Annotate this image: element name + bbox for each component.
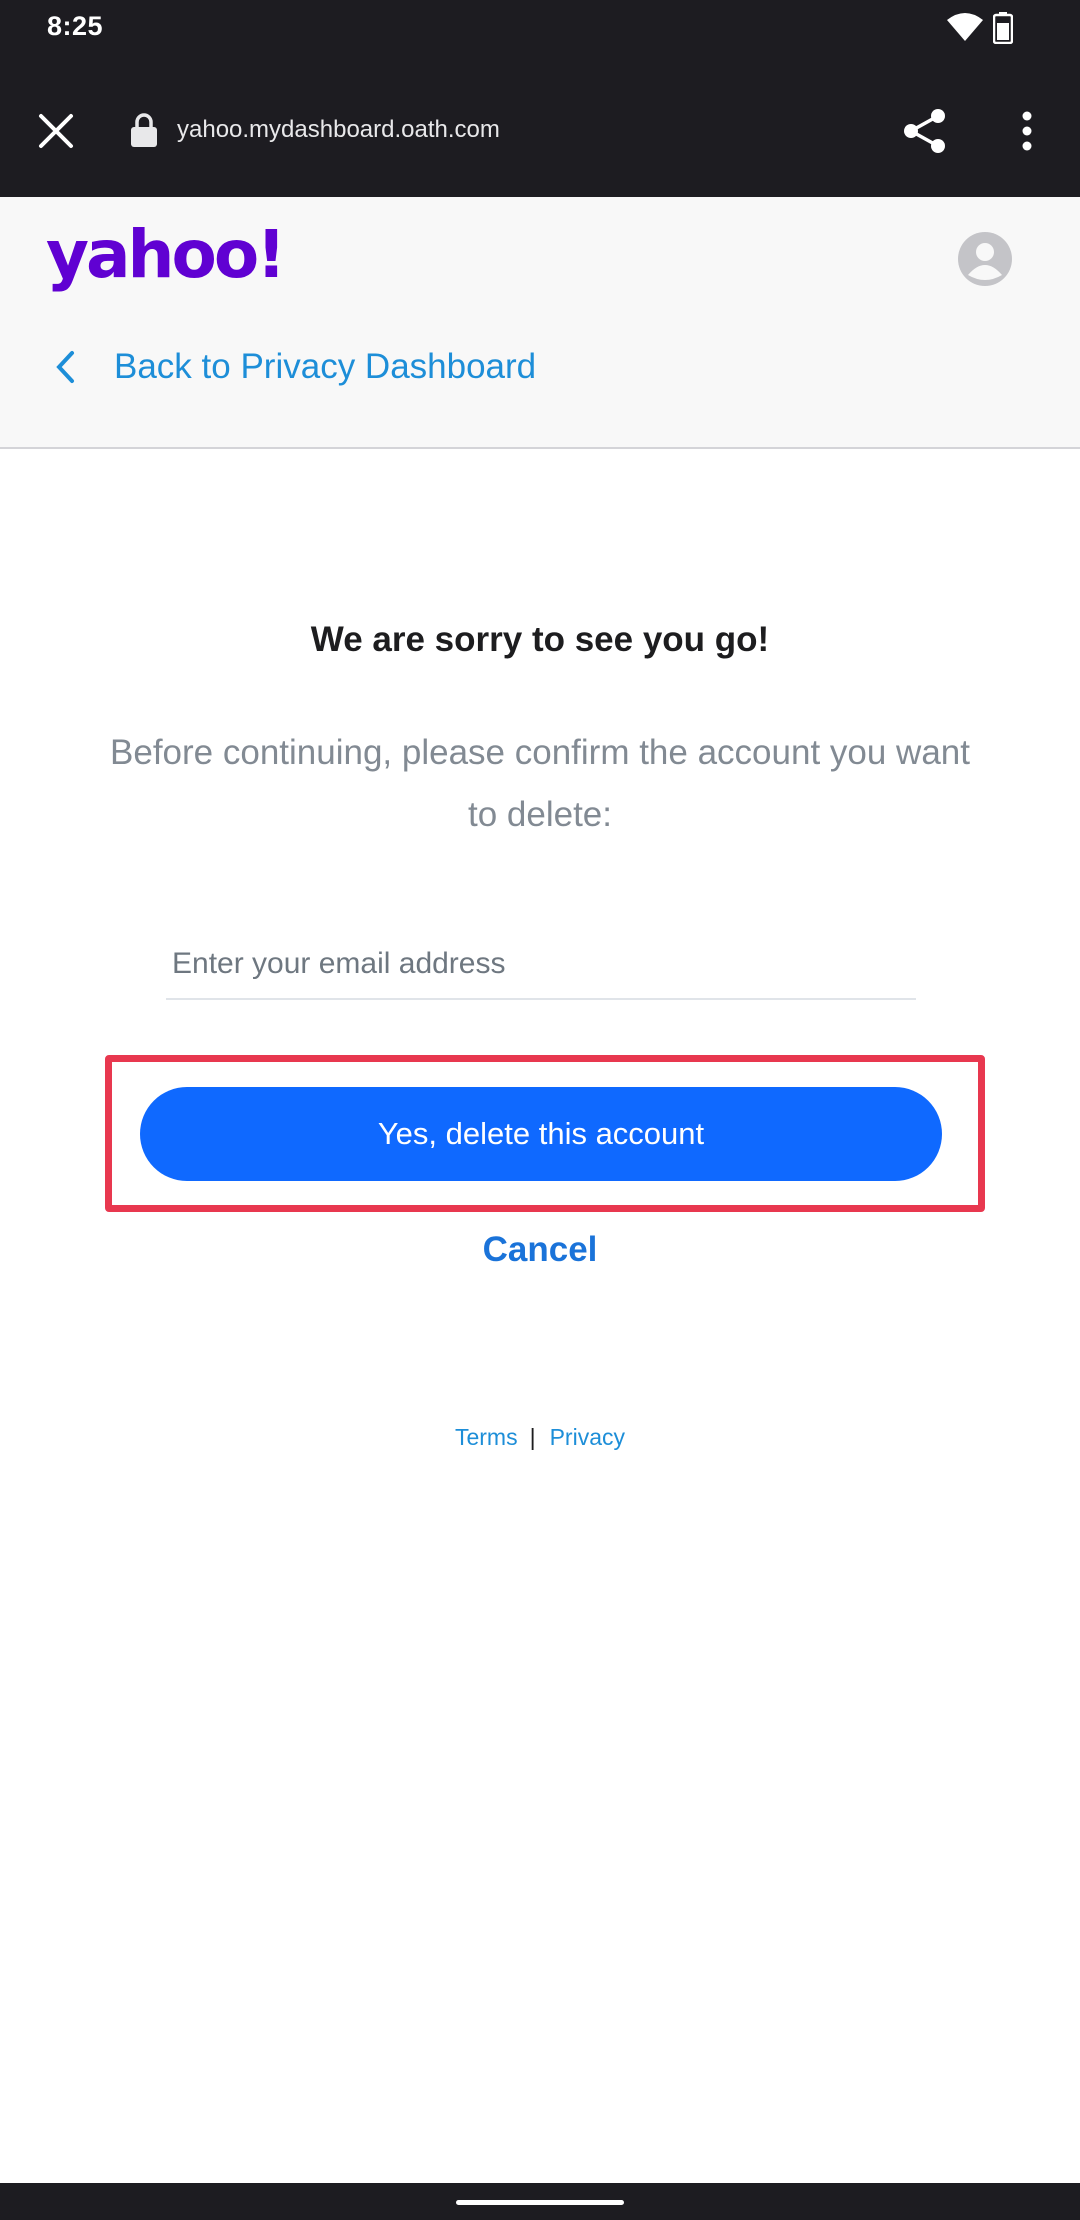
more-vert-icon[interactable]	[1018, 110, 1036, 152]
terms-link[interactable]: Terms	[455, 1424, 518, 1450]
site-header: yahoo! Back to Privacy Dashboard	[0, 197, 1080, 449]
status-time: 8:25	[47, 11, 104, 41]
share-icon[interactable]	[902, 108, 948, 154]
home-handle[interactable]	[456, 2200, 624, 2205]
wifi-icon	[947, 13, 983, 41]
chevron-left-icon	[56, 351, 74, 383]
email-input[interactable]	[166, 930, 916, 1000]
lock-icon	[131, 113, 157, 147]
yahoo-logo[interactable]: yahoo!	[46, 215, 286, 295]
close-icon[interactable]	[38, 113, 74, 149]
browser-toolbar: yahoo.mydashboard.oath.com	[0, 56, 1080, 197]
delete-account-button[interactable]: Yes, delete this account	[140, 1087, 942, 1181]
back-link-label: Back to Privacy Dashboard	[114, 347, 537, 386]
back-to-privacy-dashboard-link[interactable]: Back to Privacy Dashboard	[54, 345, 536, 389]
page-title: We are sorry to see you go!	[310, 620, 770, 659]
confirm-description: Before continuing, please confirm the ac…	[110, 733, 970, 834]
status-bar: 8:25	[0, 0, 1080, 56]
system-nav-bar	[0, 2183, 1080, 2220]
cancel-button[interactable]: Cancel	[0, 1230, 1080, 1270]
url-text[interactable]: yahoo.mydashboard.oath.com	[177, 116, 500, 144]
battery-icon	[993, 12, 1013, 44]
avatar-icon[interactable]	[957, 231, 1013, 287]
footer-links: Terms | Privacy	[0, 1424, 1080, 1451]
privacy-link[interactable]: Privacy	[550, 1424, 625, 1450]
footer-separator: |	[529, 1424, 536, 1450]
